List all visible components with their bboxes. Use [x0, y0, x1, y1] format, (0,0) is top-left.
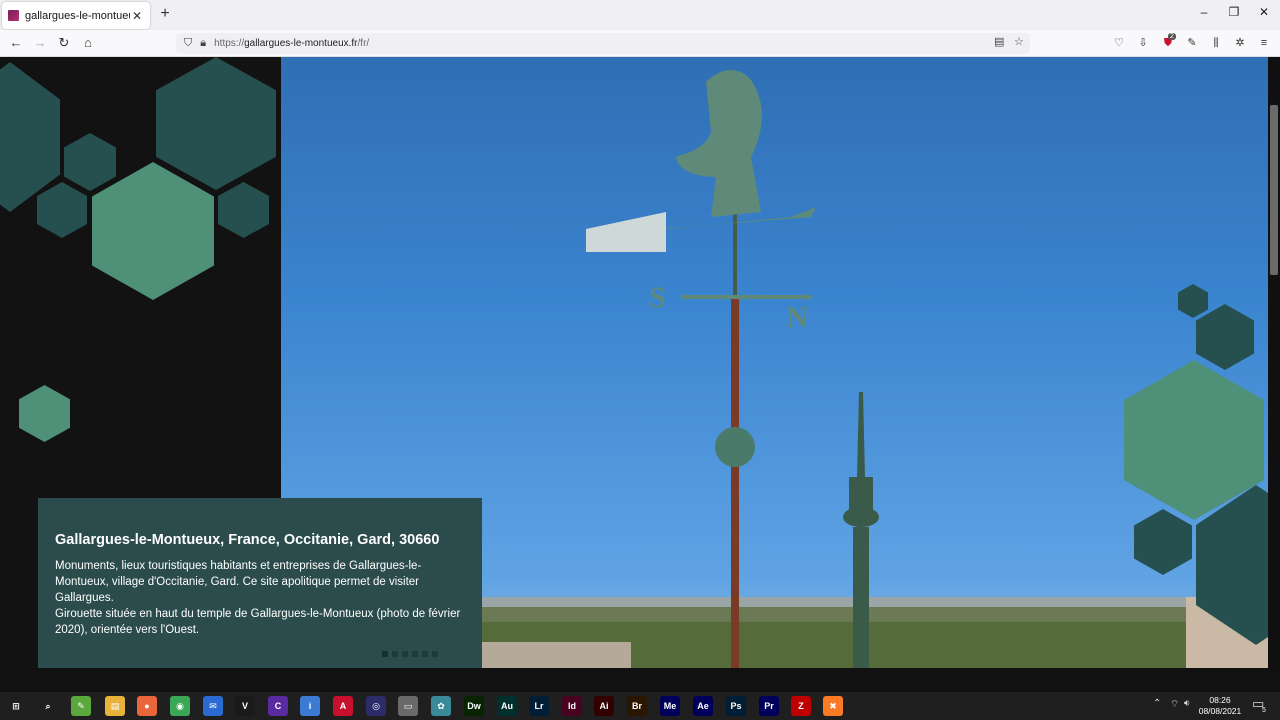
audition-icon[interactable]: Au [497, 696, 517, 716]
close-window-button[interactable]: ✕ [1254, 5, 1274, 19]
windows-taskbar: ⊞ ⌕ ✎ ▤ ● ◉ ✉ V Ci A ◎ ▭ ✿ Dw Au Lr Id Ai Br Me Ae Ps Pr Z ✖ ⌃ ⌔… [0, 692, 1280, 720]
navigation-toolbar: ← → ↻ ⌂ ⛉ 🔒︎ https:// gallargues-le-mont… [0, 30, 1280, 57]
address-bar[interactable]: ⛉ 🔒︎ https:// gallargues-le-montueux.fr … [176, 33, 1030, 54]
photo-caption: Girouette située en haut du temple de Ga… [55, 608, 461, 636]
volume-icon[interactable]: 🔉︎ [1184, 698, 1190, 709]
site-favicon-icon [8, 10, 19, 21]
filezilla-icon[interactable]: Z [791, 696, 811, 716]
after-effects-icon[interactable]: Ae [693, 696, 713, 716]
notepad-icon[interactable]: ✎ [71, 696, 91, 716]
notification-count: 5 [1262, 707, 1266, 714]
url-scheme: https:// [214, 38, 245, 49]
close-tab-icon[interactable]: ✕ [130, 9, 144, 23]
restore-button[interactable]: ❐ [1224, 5, 1244, 19]
scrollbar-thumb[interactable] [1270, 105, 1278, 275]
xampp-icon[interactable]: ✖ [823, 696, 843, 716]
web-page: S N Gallargues-le-Montueux, France, Occi… [0, 57, 1268, 668]
decor-hexagon [37, 182, 87, 238]
url-path: /fr/ [357, 38, 370, 49]
premiere-icon[interactable]: Pr [759, 696, 779, 716]
slider-dot[interactable] [392, 651, 398, 657]
bridge-icon[interactable]: Br [627, 696, 647, 716]
photoshop-icon[interactable]: Ps [726, 696, 746, 716]
slider-dot[interactable] [432, 651, 438, 657]
svg-text:N: N [786, 301, 808, 334]
hero-description: Monuments, lieux touristiques habitants … [55, 560, 422, 604]
clock-time: 08:26 [1209, 695, 1231, 705]
network-icon[interactable]: ⌔ [1170, 698, 1179, 711]
extension-badge: 2 [1168, 33, 1176, 40]
slider-dots [382, 651, 438, 657]
tracking-shield-icon[interactable]: ⛉ [184, 37, 192, 50]
pocket-icon[interactable]: ♡ [1111, 35, 1127, 51]
slider-dot[interactable] [412, 651, 418, 657]
library-icon[interactable]: ⫼ [1208, 35, 1224, 51]
photo-tool-icon[interactable]: ✿ [431, 696, 451, 716]
decor-hexagon [218, 182, 269, 238]
app-icon[interactable]: C [268, 696, 288, 716]
thunderbird-icon[interactable]: ✉ [203, 696, 223, 716]
minimize-button[interactable]: – [1194, 5, 1214, 19]
lock-icon[interactable]: 🔒︎ [200, 37, 206, 50]
decor-hexagon [156, 57, 276, 190]
bookmark-star-icon[interactable]: ☆ [1014, 35, 1024, 48]
indesign-icon[interactable]: Id [562, 696, 582, 716]
info-icon[interactable]: i [300, 696, 320, 716]
acrobat-icon[interactable]: A [333, 696, 353, 716]
url-host: gallargues-le-montueux.fr [244, 38, 358, 49]
clock-date: 08/08/2021 [1198, 706, 1242, 716]
back-icon[interactable]: ← [7, 34, 25, 52]
slider-dot[interactable] [402, 651, 408, 657]
media-encoder-icon[interactable]: Me [660, 696, 680, 716]
color-picker-icon[interactable]: ✎ [1184, 35, 1200, 51]
forward-icon[interactable]: → [31, 34, 49, 52]
reader-view-icon[interactable]: ▤ [994, 35, 1004, 48]
decor-hexagon [92, 162, 214, 300]
search-icon[interactable]: ⌕ [38, 696, 58, 716]
browser-tab[interactable]: gallargues-le-montueux.fr ✕ [2, 2, 150, 29]
svg-text:S: S [649, 281, 666, 314]
dreamweaver-icon[interactable]: Dw [464, 696, 484, 716]
firefox-icon[interactable]: ● [137, 696, 157, 716]
menu-icon[interactable]: ≡ [1256, 35, 1272, 51]
windows-start-icon[interactable]: ⊞ [6, 696, 26, 716]
system-clock[interactable]: 08:26 08/08/2021 [1198, 695, 1242, 717]
lightroom-icon[interactable]: Lr [529, 696, 549, 716]
disc-icon[interactable]: ◎ [366, 696, 386, 716]
new-tab-button[interactable]: + [156, 5, 174, 23]
decor-hexagon [19, 385, 70, 442]
hero-caption: Gallargues-le-Montueux, France, Occitani… [38, 498, 482, 668]
card-icon[interactable]: ▭ [398, 696, 418, 716]
downloads-icon[interactable]: ⇩ [1135, 35, 1151, 51]
reload-icon[interactable]: ↻ [55, 34, 73, 52]
illustrator-icon[interactable]: Ai [594, 696, 614, 716]
tab-title: gallargues-le-montueux.fr [25, 9, 130, 22]
slider-dot[interactable] [382, 651, 388, 657]
chrome-icon[interactable]: ◉ [170, 696, 190, 716]
slider-dot[interactable] [422, 651, 428, 657]
home-icon[interactable]: ⌂ [79, 34, 97, 52]
tab-bar: gallargues-le-montueux.fr ✕ + – ❐ ✕ [0, 0, 1280, 30]
extensions-icon[interactable]: ✲ [1232, 35, 1248, 51]
tray-chevron-icon[interactable]: ⌃ [1153, 698, 1161, 709]
vim-icon[interactable]: V [235, 696, 255, 716]
file-explorer-icon[interactable]: ▤ [105, 696, 125, 716]
hero-title: Gallargues-le-Montueux, France, Occitani… [55, 532, 440, 548]
decor-hexagon [64, 133, 116, 191]
